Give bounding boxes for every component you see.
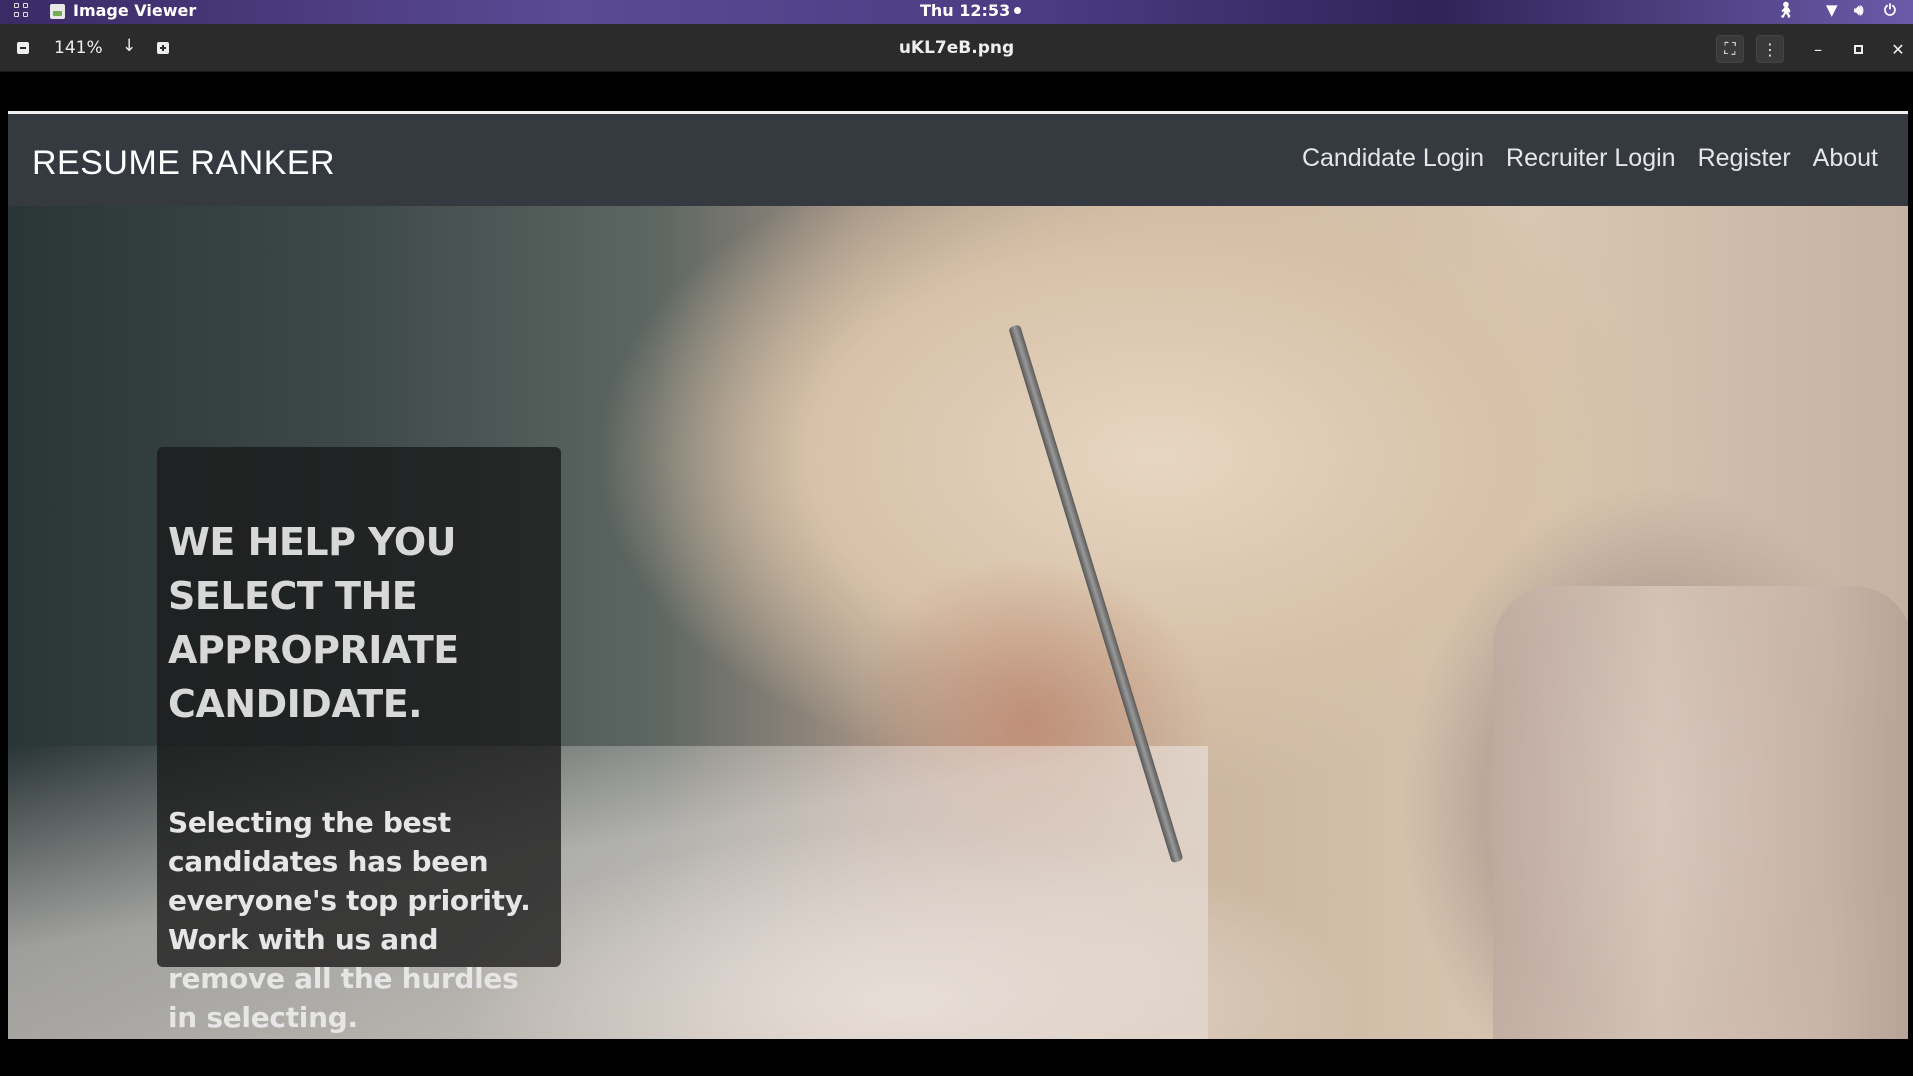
hero-card: WE HELP YOU SELECT THE APPROPRIATE CANDI…	[157, 447, 561, 1034]
window-title: uKL7eB.png	[898, 38, 1015, 58]
system-top-bar: Image Viewer Thu 12:53 🚶︎ ▼ 🔊︎ ⏻	[0, 0, 1913, 24]
site-navbar: RESUME RANKER Candidate Login Recruiter …	[8, 114, 1908, 206]
clock[interactable]: Thu 12:53	[920, 1, 1022, 20]
hero-text: Selecting the best candidates has been e…	[168, 806, 531, 1034]
menu-button[interactable]: ⋮	[1756, 35, 1784, 63]
maximize-button[interactable]	[1844, 35, 1872, 63]
displayed-image: RESUME RANKER Candidate Login Recruiter …	[8, 111, 1908, 1039]
image-viewer-app-icon	[50, 4, 65, 19]
site-brand[interactable]: RESUME RANKER	[32, 144, 335, 183]
volume-icon[interactable]: 🔊︎	[1854, 1, 1863, 19]
active-app-name[interactable]: Image Viewer	[73, 1, 196, 20]
nav-register[interactable]: Register	[1698, 144, 1791, 173]
nav-candidate-login[interactable]: Candidate Login	[1302, 144, 1484, 173]
nav-recruiter-login[interactable]: Recruiter Login	[1506, 144, 1676, 173]
wifi-icon[interactable]: ▼	[1826, 1, 1838, 19]
close-icon: ✕	[1891, 39, 1905, 59]
hero-title: WE HELP YOU SELECT THE APPROPRIATE CANDI…	[168, 520, 459, 726]
nav-about[interactable]: About	[1813, 144, 1878, 173]
power-icon[interactable]: ⏻	[1884, 1, 1896, 19]
maximize-icon	[1853, 44, 1863, 54]
fullscreen-button[interactable]: ⛶	[1716, 35, 1744, 63]
nav-links: Candidate Login Recruiter Login Register…	[1302, 144, 1878, 173]
menu-icon: ⋮	[1762, 39, 1778, 59]
app-grid-icon[interactable]	[14, 3, 32, 21]
accessibility-icon[interactable]: 🚶︎	[1776, 1, 1795, 19]
fullscreen-icon: ⛶	[1724, 39, 1736, 58]
minimize-icon: –	[1814, 39, 1822, 59]
close-button[interactable]: ✕	[1884, 35, 1912, 63]
notification-dot	[1014, 7, 1022, 14]
hero-background-photo: WE HELP YOU SELECT THE APPROPRIATE CANDI…	[8, 206, 1908, 1039]
coffee-cup-photo-region	[1493, 586, 1908, 1039]
minimize-button[interactable]: –	[1804, 35, 1832, 63]
clock-text: Thu 12:53	[920, 1, 1011, 20]
viewer-header-bar: 141% ↓ uKL7eB.png ⛶ ⋮ – ✕	[0, 24, 1913, 72]
